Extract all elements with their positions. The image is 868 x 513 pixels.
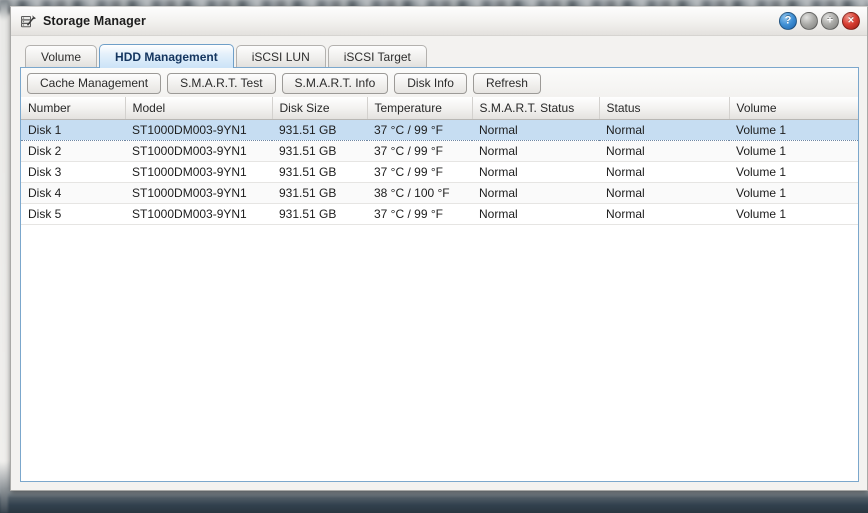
cell-temperature: 37 °C / 99 °F — [367, 203, 472, 225]
close-button[interactable]: × — [842, 12, 860, 30]
cell-temperature: 37 °C / 99 °F — [367, 140, 472, 162]
column-header-temperature[interactable]: Temperature — [367, 97, 473, 120]
cell-size: 931.51 GB — [272, 182, 367, 204]
help-icon: ? — [784, 14, 792, 26]
cell-status: Normal — [599, 118, 729, 141]
storage-manager-window: Storage Manager ? + × Volume HDD Manageme… — [10, 6, 868, 491]
column-header-volume[interactable]: Volume — [729, 97, 858, 120]
table-row[interactable]: Disk 5 ST1000DM003-9YN1 931.51 GB 37 °C / 9… — [21, 203, 858, 225]
cell-model: ST1000DM003-9YN1 — [125, 161, 272, 183]
cache-management-button[interactable]: Cache Management — [27, 72, 162, 94]
cell-size: 931.51 GB — [272, 140, 367, 162]
tab-iscsi-target[interactable]: iSCSI Target — [327, 45, 427, 67]
disk-table-header: Number Model Disk Size Temperature S.M.A.R.T… — [21, 97, 858, 120]
column-header-model[interactable]: Model — [125, 97, 273, 120]
disk-table: Number Model Disk Size Temperature S.M.A.R.T… — [21, 97, 858, 225]
window-title: Storage Manager — [43, 14, 146, 28]
content-panel: Cache Management S.M.A.R.T. Test S.M.A.R.T… — [20, 67, 859, 482]
column-header-smart-status[interactable]: S.M.A.R.T. Status — [472, 97, 600, 120]
maximize-icon: + — [826, 14, 834, 26]
table-row[interactable]: Disk 1 ST1000DM003-9YN1 931.51 GB 37 °C / 9… — [21, 118, 858, 141]
tab-iscsi-lun[interactable]: iSCSI LUN — [235, 45, 326, 67]
cell-status: Normal — [599, 140, 729, 162]
cell-size: 931.51 GB — [272, 203, 367, 225]
cell-smart-status: Normal — [472, 161, 599, 183]
cell-temperature: 38 °C / 100 °F — [367, 182, 472, 204]
cell-size: 931.51 GB — [272, 161, 367, 183]
table-row[interactable]: Disk 3 ST1000DM003-9YN1 931.51 GB 37 °C / 9… — [21, 161, 858, 183]
cell-smart-status: Normal — [472, 118, 599, 141]
cell-model: ST1000DM003-9YN1 — [125, 182, 272, 204]
toolbar: Cache Management S.M.A.R.T. Test S.M.A.R.T… — [21, 68, 858, 97]
cell-number: Disk 1 — [21, 118, 125, 141]
maximize-button[interactable]: + — [821, 12, 839, 30]
cell-status: Normal — [599, 161, 729, 183]
cell-smart-status: Normal — [472, 203, 599, 225]
table-row[interactable]: Disk 4 ST1000DM003-9YN1 931.51 GB 38 °C / 1… — [21, 182, 858, 204]
minimize-button[interactable] — [800, 12, 818, 30]
cell-number: Disk 3 — [21, 161, 125, 183]
cell-temperature: 37 °C / 99 °F — [367, 161, 472, 183]
cell-smart-status: Normal — [472, 140, 599, 162]
window-body: Volume HDD Management iSCSI LUN iSCSI Targe… — [11, 36, 867, 490]
cell-volume: Volume 1 — [729, 140, 858, 162]
cell-model: ST1000DM003-9YN1 — [125, 118, 272, 141]
tab-volume[interactable]: Volume — [25, 45, 98, 67]
tabstrip: Volume HDD Management iSCSI LUN iSCSI Targe… — [20, 43, 859, 68]
tab-hdd-management[interactable]: HDD Management — [99, 44, 234, 68]
table-header-row: Number Model Disk Size Temperature S.M.A.R.T… — [21, 97, 858, 120]
window-titlebar[interactable]: Storage Manager ? + × — [11, 7, 867, 36]
help-button[interactable]: ? — [779, 12, 797, 30]
cell-number: Disk 5 — [21, 203, 125, 225]
cell-volume: Volume 1 — [729, 182, 858, 204]
cell-status: Normal — [599, 182, 729, 204]
column-header-status[interactable]: Status — [599, 97, 730, 120]
cell-number: Disk 2 — [21, 140, 125, 162]
column-header-number[interactable]: Number — [21, 97, 126, 120]
disk-table-container[interactable]: Number Model Disk Size Temperature S.M.A.R.T… — [21, 97, 858, 481]
smart-test-button[interactable]: S.M.A.R.T. Test — [167, 72, 276, 94]
window-controls: ? + × — [779, 12, 860, 30]
cell-status: Normal — [599, 203, 729, 225]
cell-volume: Volume 1 — [729, 161, 858, 183]
close-icon: × — [847, 14, 855, 26]
table-row[interactable]: Disk 2 ST1000DM003-9YN1 931.51 GB 37 °C / 9… — [21, 140, 858, 162]
table-empty-area — [21, 224, 858, 481]
column-header-disk-size[interactable]: Disk Size — [272, 97, 368, 120]
cell-smart-status: Normal — [472, 182, 599, 204]
cell-model: ST1000DM003-9YN1 — [125, 203, 272, 225]
smart-info-button[interactable]: S.M.A.R.T. Info — [281, 72, 389, 94]
cell-volume: Volume 1 — [729, 118, 858, 141]
cell-model: ST1000DM003-9YN1 — [125, 140, 272, 162]
storage-manager-icon — [20, 13, 37, 30]
disk-table-body: Disk 1 ST1000DM003-9YN1 931.51 GB 37 °C / 9… — [21, 118, 858, 225]
cell-size: 931.51 GB — [272, 118, 367, 141]
cell-temperature: 37 °C / 99 °F — [367, 118, 472, 141]
refresh-button[interactable]: Refresh — [472, 72, 541, 94]
cell-number: Disk 4 — [21, 182, 125, 204]
cell-volume: Volume 1 — [729, 203, 858, 225]
wallpaper-bottom-strip — [0, 491, 868, 513]
disk-info-button[interactable]: Disk Info — [394, 72, 467, 94]
wallpaper-left-strip — [0, 0, 8, 513]
